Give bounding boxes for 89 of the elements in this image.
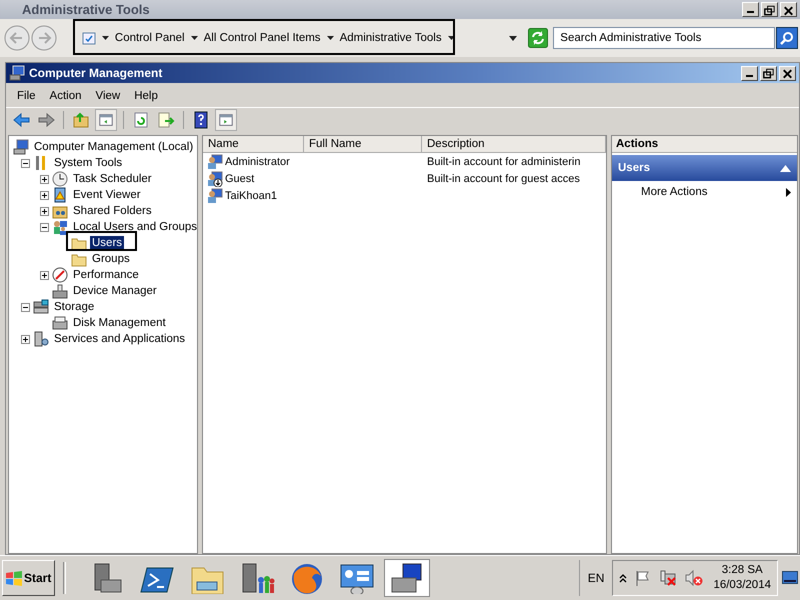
section-title: Users	[618, 162, 650, 174]
globe-icon	[289, 562, 325, 594]
restore-button[interactable]	[760, 66, 777, 80]
tree-item[interactable]: Shared Folders	[71, 204, 154, 218]
disk-icon	[52, 315, 68, 331]
section-header[interactable]: Users	[612, 155, 797, 181]
tree-item[interactable]: Disk Management	[71, 316, 168, 330]
refresh-button[interactable]	[528, 28, 548, 48]
tree-item[interactable]: Device Manager	[71, 284, 159, 298]
control-panel-icon	[339, 562, 375, 594]
tree-item[interactable]: Performance	[71, 268, 141, 282]
tree-item[interactable]: Groups	[90, 252, 132, 266]
tree-item[interactable]: Task Scheduler	[71, 172, 154, 186]
minimize-icon	[747, 11, 754, 13]
breadcrumb-item[interactable]: All Control Panel Items	[204, 32, 321, 44]
window-title: Administrative Tools	[22, 2, 151, 17]
tree-item[interactable]: Services and Applications	[52, 332, 188, 346]
tree-item[interactable]: Computer Management (Local)	[32, 140, 196, 154]
menu-item[interactable]: Action	[42, 88, 88, 104]
computer-icon	[13, 139, 29, 155]
language-indicator[interactable]: EN	[586, 571, 606, 585]
dropdown-caret-icon[interactable]	[448, 36, 455, 40]
highlight-frame	[66, 231, 137, 251]
dropdown-caret-icon[interactable]	[326, 36, 334, 40]
event-log-icon	[52, 187, 68, 203]
storage-icon	[33, 299, 49, 315]
gauge-icon	[52, 267, 68, 283]
action-link[interactable]: More Actions	[641, 186, 708, 198]
collapse-icon[interactable]	[21, 158, 30, 168]
computer-icon	[9, 65, 25, 81]
search-icon	[780, 31, 794, 45]
table-cell: Guest	[225, 172, 254, 184]
column-header[interactable]: Description	[422, 136, 606, 152]
table-cell: Administrator	[225, 156, 290, 168]
submenu-arrow-icon	[786, 188, 791, 196]
flag-icon[interactable]	[635, 570, 652, 586]
clock-icon	[52, 171, 68, 187]
close-button[interactable]	[780, 2, 797, 17]
search-button[interactable]	[776, 27, 798, 49]
menu-item[interactable]: View	[88, 88, 128, 104]
column-header[interactable]: Name	[203, 136, 304, 152]
show-action-pane-button[interactable]	[215, 108, 237, 130]
network-error-icon[interactable]	[659, 570, 678, 586]
menu-item[interactable]: Help	[127, 88, 165, 104]
start-button[interactable]: Start	[2, 560, 55, 596]
tree-item[interactable]: System Tools	[52, 156, 124, 170]
show-desktop-button[interactable]	[782, 571, 798, 585]
minimize-button[interactable]	[742, 2, 759, 17]
dropdown-caret-icon[interactable]	[102, 36, 109, 40]
speaker-muted-icon[interactable]	[685, 570, 704, 586]
users-icon	[52, 219, 68, 235]
expand-icon[interactable]	[40, 206, 49, 216]
restore-button[interactable]	[761, 2, 778, 17]
clock-time: 3:28 SA	[722, 563, 763, 578]
tree-item[interactable]: Local Users and Groups	[71, 220, 200, 234]
expand-icon[interactable]	[40, 270, 49, 280]
control-panel-icon	[82, 31, 96, 45]
dropdown-caret-icon[interactable]	[509, 36, 518, 40]
tree-item[interactable]: Event Viewer	[71, 188, 143, 202]
menu-item[interactable]: File	[10, 88, 43, 104]
minimize-button[interactable]	[741, 66, 758, 80]
device-icon	[52, 283, 68, 299]
close-button[interactable]	[779, 66, 796, 80]
minimize-icon	[746, 74, 753, 76]
pane-header: Actions	[612, 136, 797, 153]
dropdown-caret-icon[interactable]	[190, 36, 198, 40]
clock-date: 16/03/2014	[713, 578, 771, 593]
expand-icon[interactable]	[40, 190, 49, 200]
show-hidden-icons-icon[interactable]	[619, 574, 628, 582]
tree-item[interactable]: Storage	[52, 300, 96, 314]
column-header[interactable]: Full Name	[304, 136, 422, 152]
breadcrumb-item[interactable]: Control Panel	[114, 32, 185, 44]
table-cell: Built-in account for administerin	[427, 156, 580, 168]
windows-logo-icon	[5, 570, 23, 586]
taskbar-button[interactable]	[384, 559, 430, 597]
expand-icon[interactable]	[40, 174, 49, 184]
table-cell: TaiKhoan1	[225, 190, 277, 202]
restore-icon	[761, 66, 776, 80]
services-icon	[33, 331, 49, 347]
tree-item[interactable]: Users	[90, 236, 124, 250]
breadcrumb-item[interactable]: Administrative Tools	[340, 32, 442, 44]
clock[interactable]: 3:28 SA 16/03/2014	[711, 563, 773, 593]
collapse-icon[interactable]	[40, 222, 49, 232]
table-cell: Built-in account for guest acces	[427, 172, 580, 184]
window-title: Computer Management	[29, 66, 164, 80]
collapse-icon[interactable]	[21, 302, 30, 312]
search-field[interactable]: Search Administrative Tools	[553, 27, 776, 49]
show-tree-button[interactable]	[95, 108, 117, 130]
expand-icon[interactable]	[21, 334, 30, 344]
